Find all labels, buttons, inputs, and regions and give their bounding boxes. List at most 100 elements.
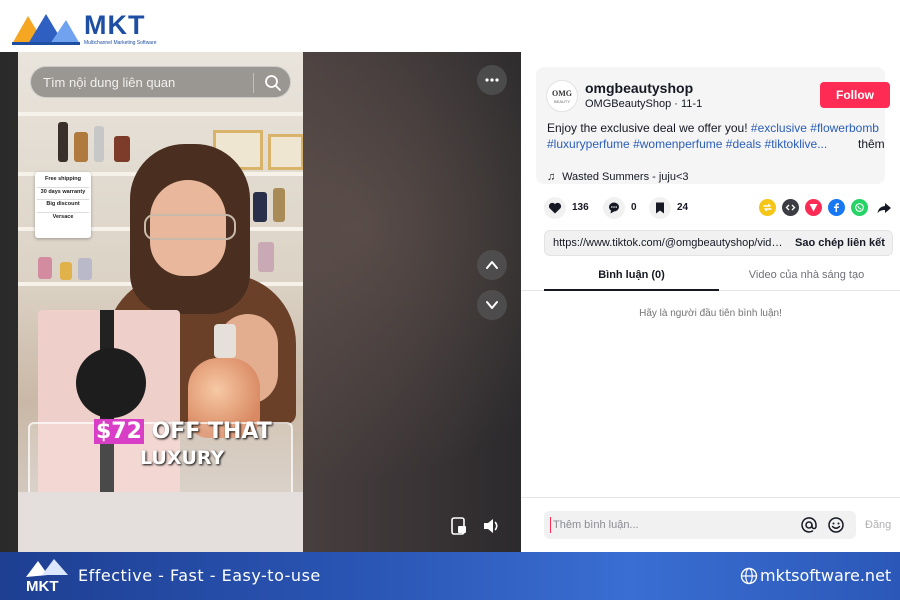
caption-text: Enjoy the exclusive deal we offer you! <box>547 121 751 135</box>
send-to-friends-button[interactable] <box>805 199 822 216</box>
comment-input[interactable]: Thêm bình luận... <box>544 511 856 539</box>
like-circle <box>544 197 566 219</box>
send-icon <box>809 204 818 212</box>
perfume-cap <box>214 324 236 358</box>
promo-line: Versace <box>52 213 74 220</box>
brand-header: MKT Multichannel Marketing Software <box>0 0 900 52</box>
hashtag-link[interactable]: #womenperfume <box>633 137 722 151</box>
bottle <box>114 136 130 162</box>
globe-icon <box>740 567 758 585</box>
price-overlay-rest: OFF THAT <box>143 419 272 444</box>
search-icon[interactable] <box>264 74 282 92</box>
bottle <box>253 192 267 222</box>
author-meta: OMGBeautyShop · 11-1 <box>585 98 702 111</box>
hashtag-link[interactable]: #flowerbomb <box>810 121 879 135</box>
music-note-icon: ♫ <box>547 171 556 183</box>
floating-player-icon[interactable] <box>449 516 469 536</box>
promo-line: 30 days warranty <box>37 188 89 200</box>
video-player[interactable]: $72 OFF THAT LUXURY <box>18 52 303 552</box>
search-input[interactable]: Tìm nội dung liên quan <box>43 75 175 91</box>
bottle <box>273 188 285 222</box>
promo-line: Big discount <box>37 200 89 213</box>
shelf <box>18 112 303 116</box>
embed-code-icon <box>785 204 796 211</box>
comment-icon <box>609 202 619 214</box>
meta-separator: · <box>671 98 681 110</box>
share-arrow-icon[interactable] <box>876 200 892 216</box>
svg-text:MKT: MKT <box>26 578 59 595</box>
share-whatsapp-button[interactable] <box>851 199 868 216</box>
avatar[interactable]: OMG BEAUTY <box>546 80 578 112</box>
whatsapp-icon <box>855 203 864 212</box>
see-more-link[interactable]: thêm <box>858 136 885 152</box>
footer-banner: MKT Effective - Fast - Easy-to-use mktso… <box>0 552 900 600</box>
active-tab-indicator <box>544 289 719 291</box>
comment-placeholder: Thêm bình luận... <box>553 519 639 531</box>
brand-subtitle: Multichannel Marketing Software <box>84 40 157 46</box>
bottle <box>60 262 72 280</box>
avatar-text: OMG <box>552 89 572 98</box>
box-seal <box>76 348 146 418</box>
bottle <box>38 257 52 279</box>
save-count: 24 <box>677 202 689 213</box>
share-facebook-button[interactable] <box>828 199 845 216</box>
video-link[interactable]: https://www.tiktok.com/@omgbeautyshop/vi… <box>553 237 785 250</box>
description-card: OMG BEAUTY omgbeautyshop OMGBeautyShop ·… <box>536 67 890 184</box>
post-date: 11-1 <box>681 98 703 110</box>
search-divider <box>253 73 254 93</box>
hashtag-link[interactable]: #luxuryperfume <box>547 137 630 151</box>
promo-line: Free shipping <box>37 175 89 188</box>
save-circle <box>649 197 671 219</box>
tab-creator-videos[interactable]: Video của nhà sáng tạo <box>719 268 894 282</box>
promo-sticker: Free shipping 30 days warranty Big disco… <box>35 172 91 238</box>
embed-button[interactable] <box>782 199 799 216</box>
video-link-box: https://www.tiktok.com/@omgbeautyshop/vi… <box>544 230 893 256</box>
bookmark-icon <box>656 202 664 214</box>
brand-name: MKT <box>84 10 146 40</box>
follow-button[interactable]: Follow <box>820 82 890 108</box>
previous-video-button[interactable] <box>477 250 507 280</box>
username[interactable]: omgbeautyshop <box>585 79 693 97</box>
glasses <box>144 214 236 240</box>
music-title: Wasted Summers - juju<3 <box>562 171 689 183</box>
price-highlight: $72 <box>94 419 144 444</box>
caption: Enjoy the exclusive deal we offer you! #… <box>547 120 882 152</box>
repost-button[interactable] <box>759 199 776 216</box>
avatar-subtext: BEAUTY <box>553 99 570 104</box>
post-comment-button[interactable]: Đăng <box>865 519 891 532</box>
footer-website[interactable]: mktsoftware.net <box>760 566 891 586</box>
mention-icon[interactable] <box>800 516 818 534</box>
comment-divider <box>521 497 900 498</box>
bottle <box>74 132 88 162</box>
price-overlay: $72 OFF THAT <box>94 419 272 445</box>
more-options-icon <box>485 78 499 82</box>
chevron-down-icon <box>486 301 498 309</box>
hashtag-link[interactable]: #deals <box>726 137 761 151</box>
bottle <box>94 126 104 162</box>
video-detail-panel: OMG BEAUTY omgbeautyshop OMGBeautyShop ·… <box>521 52 900 552</box>
music-info[interactable]: ♫ Wasted Summers - juju<3 <box>547 170 689 184</box>
mkt-footer-logo-icon: MKT <box>26 559 68 595</box>
related-search-box[interactable]: Tìm nội dung liên quan <box>30 66 291 98</box>
text-caret <box>550 517 551 533</box>
bottle <box>258 242 274 272</box>
hashtag-link[interactable]: #exclusive <box>751 121 807 135</box>
next-video-button[interactable] <box>477 290 507 320</box>
heart-icon <box>548 202 562 214</box>
hashtag-link[interactable]: #tiktoklive... <box>765 137 828 151</box>
facebook-icon <box>834 203 839 212</box>
copy-link-button[interactable]: Sao chép liên kết <box>795 237 885 250</box>
display-name: OMGBeautyShop <box>585 98 672 110</box>
video-area: $72 OFF THAT LUXURY Free shipping 30 day… <box>0 52 521 552</box>
more-options-button[interactable] <box>477 65 507 95</box>
bottle <box>58 122 68 162</box>
volume-icon[interactable] <box>481 516 501 536</box>
luxury-overlay: LUXURY <box>140 447 225 469</box>
bottle <box>78 258 92 280</box>
emoji-icon[interactable] <box>827 516 845 534</box>
empty-comments-message: Hãy là người đầu tiên bình luận! <box>639 308 782 319</box>
mkt-logo-icon <box>12 14 80 45</box>
tab-comments[interactable]: Bình luận (0) <box>544 268 719 282</box>
gold-frame <box>268 134 303 170</box>
repost-icon <box>763 203 772 212</box>
